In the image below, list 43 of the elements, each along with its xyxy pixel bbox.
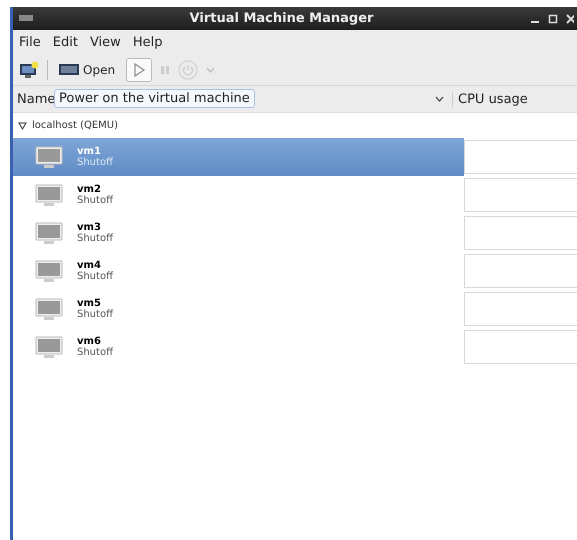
window-title: Virtual Machine Manager (188, 11, 374, 26)
monitor-icon (19, 14, 33, 23)
vm-name: vm3 (77, 222, 102, 233)
vm-name: vm6 (77, 336, 102, 347)
vm-row[interactable]: vm4 Shutoff (13, 252, 464, 290)
vm-status: Shutoff (77, 157, 113, 168)
close-icon[interactable] (566, 14, 574, 24)
monitor-icon (35, 221, 63, 245)
new-vm-icon[interactable] (19, 61, 39, 79)
vm-status: Shutoff (77, 347, 113, 358)
vm-row[interactable]: vm2 Shutoff (13, 176, 464, 214)
menu-item[interactable]: File (19, 35, 41, 50)
monitor-icon (35, 297, 63, 321)
vm-row[interactable]: vm5 Shutoff (13, 290, 464, 328)
triangle-icon[interactable] (18, 122, 27, 130)
monitor-icon (35, 259, 63, 283)
vm-status: Shutoff (77, 195, 113, 206)
host-row[interactable]: localhost (QEMU) (13, 113, 577, 138)
chevron-down-icon[interactable] (435, 96, 444, 102)
menu-item[interactable]: Help (132, 35, 162, 50)
vm-name: vm1 (77, 146, 102, 157)
play-icon (133, 63, 146, 77)
vm-name: vm2 (77, 184, 102, 195)
vm-name: vm4 (77, 260, 102, 271)
monitor-icon (59, 63, 79, 77)
column-header[interactable]: CPU usage (452, 92, 577, 106)
vm-row[interactable]: vm3 Shutoff (13, 214, 464, 252)
monitor-icon (35, 145, 63, 169)
monitor-icon (35, 335, 63, 359)
monitor-icon (35, 183, 63, 207)
vm-row[interactable]: vm6 Shutoff (13, 328, 464, 366)
menu-item[interactable]: View (90, 35, 121, 50)
open-button[interactable]: Open (56, 61, 118, 79)
run-button[interactable] (126, 58, 152, 82)
column-header[interactable]: Name (13, 92, 55, 106)
vm-name: vm5 (77, 298, 102, 309)
tooltip: Power on the virtual machine (54, 89, 255, 108)
vm-status: Shutoff (77, 309, 113, 320)
vm-status: Shutoff (77, 271, 113, 282)
host-label: localhost (QEMU) (32, 120, 118, 131)
maximize-icon[interactable] (548, 14, 558, 24)
menu-item[interactable]: Edit (52, 35, 78, 50)
vm-status: Shutoff (77, 233, 113, 244)
